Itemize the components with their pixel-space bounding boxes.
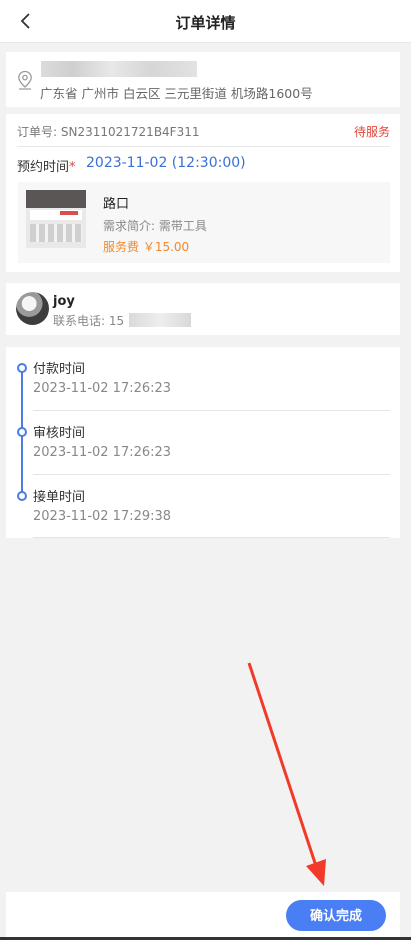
product-price: 服务费 ￥15.00: [103, 240, 190, 254]
divider: [17, 146, 390, 147]
recipient-redacted: [41, 61, 197, 77]
confirm-complete-button[interactable]: 确认完成: [286, 900, 386, 931]
timeline-time: 2023-11-02 17:29:38: [33, 509, 172, 524]
product-thumbnail: [26, 190, 86, 248]
timeline-item: 付款时间 2023-11-02 17:26:23: [6, 347, 400, 411]
divider: [33, 537, 390, 538]
timeline-dot-icon: [17, 427, 27, 437]
nav-bar: 订单详情: [0, 0, 411, 43]
address-text: 广东省 广州市 白云区 三元里街道 机场路1600号: [40, 86, 313, 101]
required-mark: *: [69, 160, 76, 175]
timeline-label: 审核时间: [33, 426, 86, 441]
order-card: 订单号: SN2311021721B4F311 待服务 预约时间* 2023-1…: [6, 114, 400, 272]
bottom-action-bar: 确认完成: [6, 892, 400, 940]
timeline-dot-icon: [17, 491, 27, 501]
timeline-dot-icon: [17, 363, 27, 373]
status-badge: 待服务: [353, 125, 390, 139]
timeline-time: 2023-11-02 17:26:23: [33, 381, 172, 396]
address-card: 广东省 广州市 白云区 三元里街道 机场路1600号: [6, 52, 400, 107]
timeline-label: 接单时间: [33, 490, 86, 505]
order-number: 订单号: SN2311021721B4F311: [17, 123, 200, 140]
page-title: 订单详情: [175, 14, 236, 32]
order-number-label: 订单号:: [17, 125, 58, 139]
appointment-label: 预约时间*: [17, 156, 76, 175]
timeline-label: 付款时间: [33, 362, 86, 377]
user-card: joy 联系电话: 15: [6, 283, 400, 335]
user-phone[interactable]: 联系电话: 15: [53, 312, 124, 329]
avatar: [16, 292, 49, 325]
appointment-time[interactable]: 2023-11-02 (12:30:00): [86, 155, 246, 171]
timeline-time: 2023-11-02 17:26:23: [33, 445, 172, 460]
appointment-label-text: 预约时间: [17, 160, 70, 175]
timeline-item: 接单时间 2023-11-02 17:29:38: [6, 475, 400, 539]
product-desc: 需求简介: 需带工具: [103, 219, 207, 233]
phone-redacted: [129, 313, 191, 327]
product-item[interactable]: 路口 需求简介: 需带工具 服务费 ￥15.00: [18, 182, 390, 263]
product-name: 路口: [103, 197, 130, 212]
user-name: joy: [53, 294, 75, 309]
timeline-card: 付款时间 2023-11-02 17:26:23 审核时间 2023-11-02…: [6, 347, 400, 538]
location-pin-icon: [18, 70, 32, 90]
timeline-item: 审核时间 2023-11-02 17:26:23: [6, 411, 400, 475]
order-number-value: SN2311021721B4F311: [60, 125, 200, 139]
